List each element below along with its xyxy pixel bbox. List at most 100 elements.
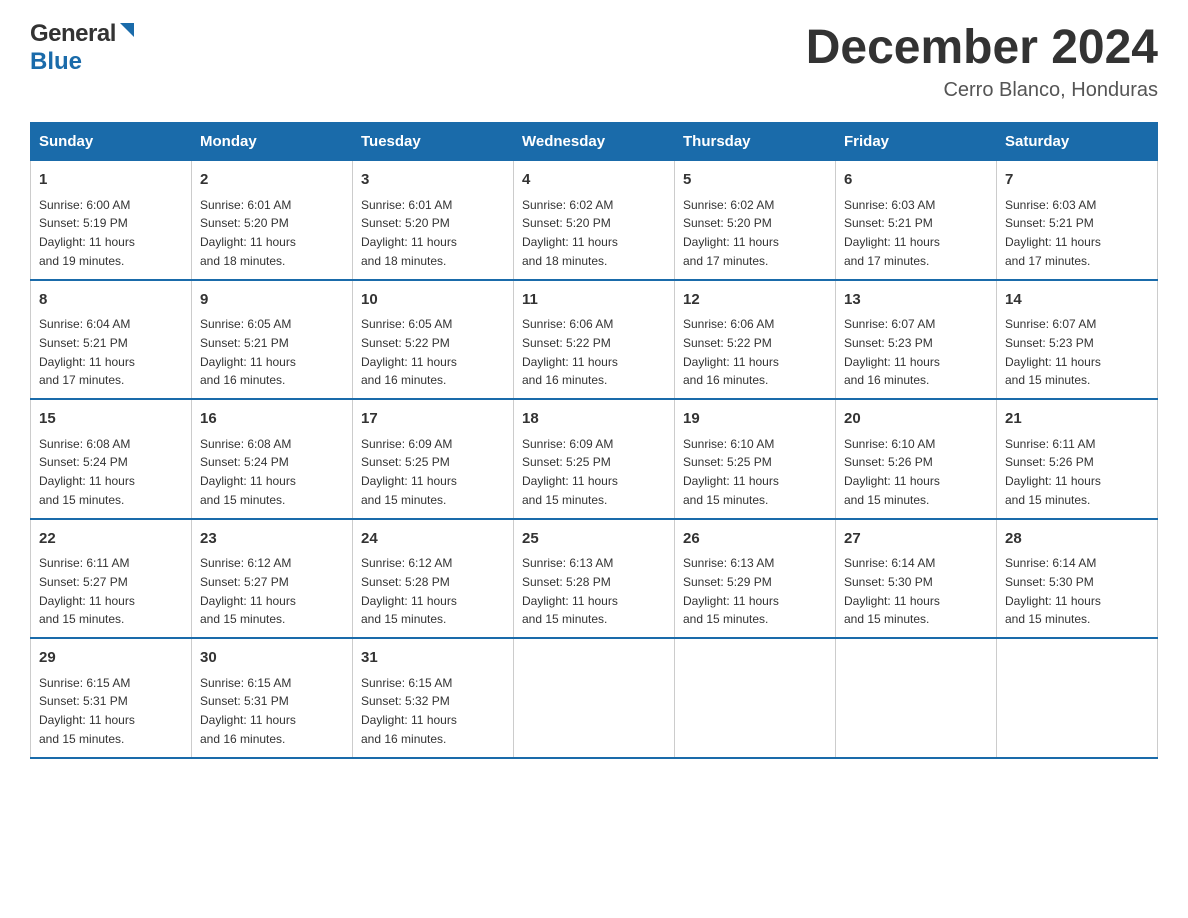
day-detail: Sunset: 5:25 PM (522, 455, 611, 469)
calendar-day-cell: 7Sunrise: 6:03 AMSunset: 5:21 PMDaylight… (997, 161, 1158, 280)
calendar-day-cell: 19Sunrise: 6:10 AMSunset: 5:25 PMDayligh… (675, 399, 836, 519)
day-number: 18 (522, 408, 666, 431)
calendar-day-cell: 28Sunrise: 6:14 AMSunset: 5:30 PMDayligh… (997, 519, 1158, 639)
day-detail: Sunrise: 6:13 AM (522, 556, 613, 570)
day-detail: and 19 minutes. (39, 254, 124, 268)
day-detail: Sunrise: 6:11 AM (39, 556, 130, 570)
day-detail: Daylight: 11 hours (844, 355, 940, 369)
day-detail: Sunrise: 6:12 AM (361, 556, 452, 570)
day-number: 11 (522, 289, 666, 312)
calendar-day-cell: 15Sunrise: 6:08 AMSunset: 5:24 PMDayligh… (31, 399, 192, 519)
day-detail: Sunset: 5:32 PM (361, 694, 450, 708)
calendar-day-cell: 8Sunrise: 6:04 AMSunset: 5:21 PMDaylight… (31, 280, 192, 400)
calendar-day-cell (836, 638, 997, 758)
day-number: 22 (39, 528, 183, 551)
day-detail: Daylight: 11 hours (844, 594, 940, 608)
day-detail: and 16 minutes. (522, 373, 607, 387)
calendar-day-cell: 30Sunrise: 6:15 AMSunset: 5:31 PMDayligh… (192, 638, 353, 758)
day-number: 24 (361, 528, 505, 551)
day-detail: Sunrise: 6:06 AM (683, 317, 774, 331)
day-number: 15 (39, 408, 183, 431)
day-number: 29 (39, 647, 183, 670)
calendar-day-cell: 1 Sunrise: 6:00 AM Sunset: 5:19 PM Daylight… (31, 161, 192, 280)
day-number: 10 (361, 289, 505, 312)
day-number: 6 (844, 169, 988, 192)
day-detail: Sunrise: 6:10 AM (683, 437, 774, 451)
day-detail: and 15 minutes. (39, 612, 124, 626)
day-detail: Sunset: 5:19 PM (39, 216, 128, 230)
header-friday: Friday (836, 123, 997, 161)
calendar-day-cell: 24Sunrise: 6:12 AMSunset: 5:28 PMDayligh… (353, 519, 514, 639)
day-number: 14 (1005, 289, 1149, 312)
calendar-day-cell: 23Sunrise: 6:12 AMSunset: 5:27 PMDayligh… (192, 519, 353, 639)
location-text: Cerro Blanco, Honduras (806, 79, 1158, 102)
day-detail: Sunrise: 6:14 AM (844, 556, 935, 570)
day-detail: Sunset: 5:22 PM (361, 336, 450, 350)
day-number: 8 (39, 289, 183, 312)
day-detail: Sunrise: 6:07 AM (1005, 317, 1096, 331)
day-number: 13 (844, 289, 988, 312)
day-detail: and 15 minutes. (1005, 373, 1090, 387)
day-number: 5 (683, 169, 827, 192)
header-monday: Monday (192, 123, 353, 161)
day-detail: Daylight: 11 hours (200, 594, 296, 608)
day-detail: Daylight: 11 hours (1005, 594, 1101, 608)
day-detail: Sunset: 5:29 PM (683, 575, 772, 589)
day-detail: Sunrise: 6:08 AM (200, 437, 291, 451)
day-number: 17 (361, 408, 505, 431)
day-detail: Sunrise: 6:10 AM (844, 437, 935, 451)
day-detail: Sunset: 5:25 PM (683, 455, 772, 469)
day-detail: Daylight: 11 hours (39, 474, 135, 488)
day-detail: Daylight: 11 hours (39, 594, 135, 608)
calendar-day-cell: 4Sunrise: 6:02 AMSunset: 5:20 PMDaylight… (514, 161, 675, 280)
day-detail: Sunset: 5:21 PM (1005, 216, 1094, 230)
day-detail: Sunset: 5:30 PM (1005, 575, 1094, 589)
day-detail: and 15 minutes. (39, 732, 124, 746)
day-detail: Daylight: 11 hours (522, 474, 618, 488)
day-detail: and 17 minutes. (844, 254, 929, 268)
calendar-day-cell: 9Sunrise: 6:05 AMSunset: 5:21 PMDaylight… (192, 280, 353, 400)
day-detail: Daylight: 11 hours (844, 474, 940, 488)
day-detail: Sunrise: 6:09 AM (522, 437, 613, 451)
day-number: 9 (200, 289, 344, 312)
day-detail: and 15 minutes. (1005, 612, 1090, 626)
day-detail: and 17 minutes. (39, 373, 124, 387)
day-number: 30 (200, 647, 344, 670)
day-detail: Daylight: 11 hours (522, 355, 618, 369)
day-detail: and 15 minutes. (844, 493, 929, 507)
day-detail: Daylight: 11 hours (39, 355, 135, 369)
day-detail: Daylight: 11 hours (200, 355, 296, 369)
day-detail: Daylight: 11 hours (1005, 355, 1101, 369)
day-detail: and 15 minutes. (683, 612, 768, 626)
calendar-day-cell: 13Sunrise: 6:07 AMSunset: 5:23 PMDayligh… (836, 280, 997, 400)
calendar-week-row: 1 Sunrise: 6:00 AM Sunset: 5:19 PM Daylight… (31, 161, 1158, 280)
day-detail: Sunrise: 6:14 AM (1005, 556, 1096, 570)
day-number: 1 (39, 169, 183, 192)
calendar-day-cell: 3Sunrise: 6:01 AMSunset: 5:20 PMDaylight… (353, 161, 514, 280)
day-detail: Daylight: 11 hours (39, 235, 135, 249)
day-detail: and 15 minutes. (522, 612, 607, 626)
calendar-week-row: 8Sunrise: 6:04 AMSunset: 5:21 PMDaylight… (31, 280, 1158, 400)
day-detail: and 16 minutes. (200, 732, 285, 746)
calendar-header: Sunday Monday Tuesday Wednesday Thursday… (31, 123, 1158, 161)
day-detail: and 18 minutes. (522, 254, 607, 268)
day-detail: Daylight: 11 hours (683, 594, 779, 608)
calendar-day-cell: 31Sunrise: 6:15 AMSunset: 5:32 PMDayligh… (353, 638, 514, 758)
day-detail: and 15 minutes. (200, 493, 285, 507)
day-detail: Sunset: 5:28 PM (522, 575, 611, 589)
day-detail: Sunrise: 6:15 AM (39, 676, 130, 690)
day-detail: and 17 minutes. (1005, 254, 1090, 268)
calendar-day-cell (997, 638, 1158, 758)
day-detail: Sunrise: 6:00 AM (39, 198, 130, 212)
day-detail: Sunset: 5:26 PM (1005, 455, 1094, 469)
day-detail: Daylight: 11 hours (522, 235, 618, 249)
day-detail: Sunrise: 6:04 AM (39, 317, 130, 331)
day-detail: Daylight: 11 hours (522, 594, 618, 608)
day-detail: and 15 minutes. (200, 612, 285, 626)
day-detail: Daylight: 11 hours (200, 713, 296, 727)
day-detail: and 16 minutes. (361, 732, 446, 746)
day-detail: Sunrise: 6:02 AM (683, 198, 774, 212)
day-detail: and 18 minutes. (361, 254, 446, 268)
calendar-day-cell: 2Sunrise: 6:01 AMSunset: 5:20 PMDaylight… (192, 161, 353, 280)
day-detail: Sunset: 5:26 PM (844, 455, 933, 469)
